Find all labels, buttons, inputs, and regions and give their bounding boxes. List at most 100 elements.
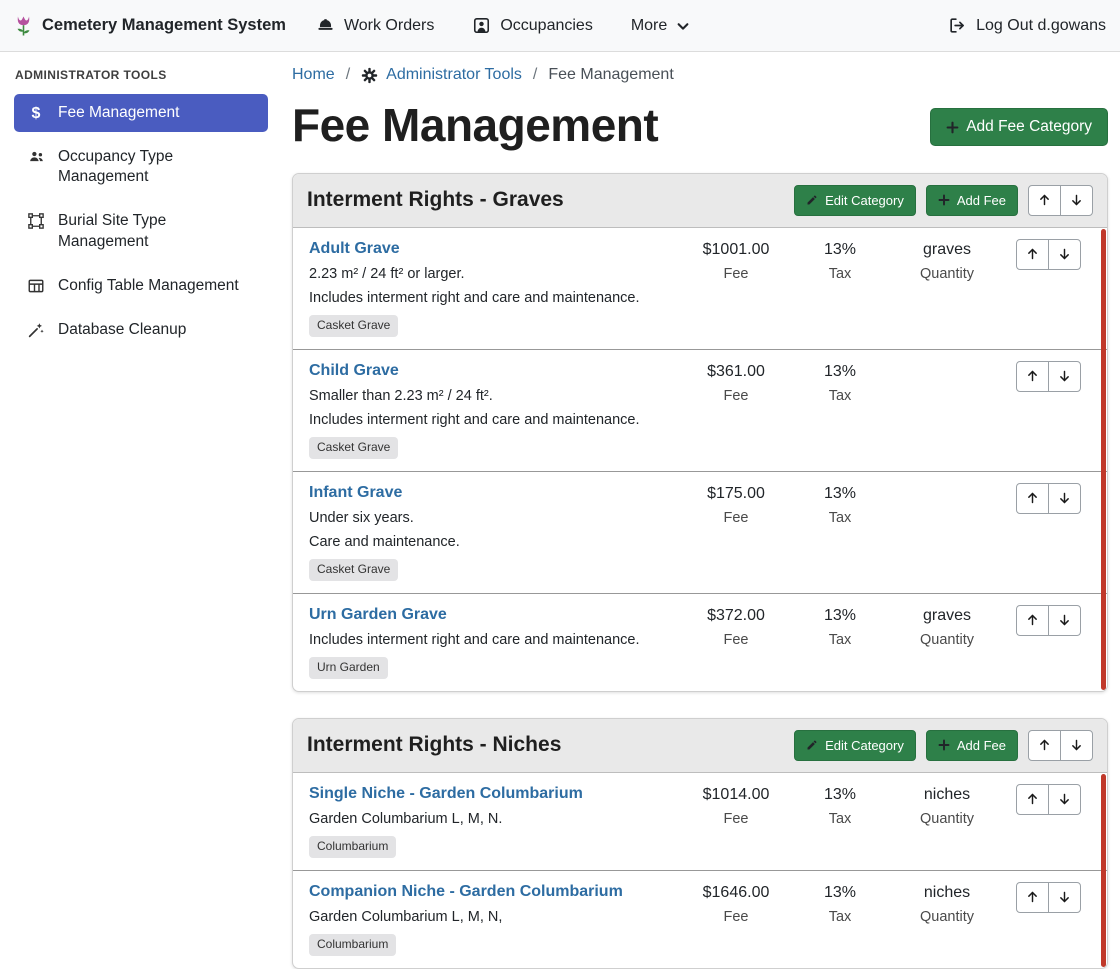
add-fee-category-button[interactable]: Add Fee Category <box>930 108 1108 146</box>
move-fee-down-button[interactable] <box>1048 361 1081 392</box>
red-scrollbar[interactable] <box>1101 774 1106 967</box>
page-header: Fee Management Add Fee Category <box>292 100 1108 151</box>
tax-column: 13% Tax <box>792 239 888 282</box>
category-header: Interment Rights - Niches Edit Category … <box>293 719 1107 773</box>
nav-item-occupancies[interactable]: Occupancies <box>472 16 593 35</box>
logout-label: Log Out d.gowans <box>976 17 1106 35</box>
breadcrumb-admin-tools-link[interactable]: Administrator Tools <box>361 66 522 84</box>
move-fee-down-button[interactable] <box>1048 882 1081 913</box>
move-category-down-button[interactable] <box>1060 730 1093 761</box>
fee-description: Garden Columbarium L, M, N. <box>309 810 670 828</box>
fee-info: Adult Grave 2.23 m² / 24 ft² or larger. … <box>309 239 680 337</box>
fee-info: Child Grave Smaller than 2.23 m² / 24 ft… <box>309 361 680 459</box>
fee-row: Child Grave Smaller than 2.23 m² / 24 ft… <box>293 349 1107 471</box>
breadcrumb: Home / Administrator Tool <box>292 66 1108 84</box>
fee-description: Smaller than 2.23 m² / 24 ft². <box>309 387 670 405</box>
breadcrumb-home-link[interactable]: Home <box>292 66 335 84</box>
move-fee-up-button[interactable] <box>1016 483 1049 514</box>
app-brand[interactable]: Cemetery Management System <box>14 14 286 38</box>
tax-column: 13% Tax <box>792 605 888 648</box>
edit-category-button[interactable]: Edit Category <box>794 185 916 216</box>
category-title: Interment Rights - Niches <box>307 733 794 757</box>
sidebar-item-config-table-management[interactable]: Config Table Management <box>14 267 268 305</box>
breadcrumb-home-label: Home <box>292 66 335 84</box>
fee-amount-column: $1646.00 Fee <box>680 882 792 925</box>
fee-description: Includes interment right and care and ma… <box>309 631 670 649</box>
move-fee-down-button[interactable] <box>1048 239 1081 270</box>
move-fee-up-button[interactable] <box>1016 239 1049 270</box>
fee-label: Fee <box>680 388 792 404</box>
tax-label: Tax <box>792 811 888 827</box>
edit-category-button[interactable]: Edit Category <box>794 730 916 761</box>
hard-hat-icon <box>316 16 335 35</box>
sidebar: ADMINISTRATOR TOOLS $ Fee Management Occ… <box>0 52 280 939</box>
fee-move-buttons <box>1016 239 1081 270</box>
badge-row: Columbarium <box>309 836 670 858</box>
sidebar-item-database-cleanup[interactable]: Database Cleanup <box>14 311 268 349</box>
move-fee-up-button[interactable] <box>1016 784 1049 815</box>
fee-info: Urn Garden Grave Includes interment righ… <box>309 605 680 679</box>
fee-description: Under six years. <box>309 509 670 527</box>
tax-column: 13% Tax <box>792 784 888 827</box>
plus-icon <box>938 739 950 751</box>
fee-amount-column: $1014.00 Fee <box>680 784 792 827</box>
sidebar-item-label: Database Cleanup <box>58 320 186 340</box>
fee-amount: $1646.00 <box>680 883 792 903</box>
red-scrollbar[interactable] <box>1101 229 1106 690</box>
move-category-down-button[interactable] <box>1060 185 1093 216</box>
table-icon <box>26 277 46 295</box>
fee-name-link[interactable]: Child Grave <box>309 361 399 381</box>
sidebar-heading: ADMINISTRATOR TOOLS <box>15 68 268 82</box>
page-title: Fee Management <box>292 100 658 151</box>
tax-column: 13% Tax <box>792 361 888 404</box>
move-fee-down-button[interactable] <box>1048 605 1081 636</box>
add-fee-button[interactable]: Add Fee <box>926 730 1018 761</box>
move-fee-up-button[interactable] <box>1016 882 1049 913</box>
move-fee-up-button[interactable] <box>1016 361 1049 392</box>
move-fee-down-button[interactable] <box>1048 483 1081 514</box>
fee-info: Single Niche - Garden Columbarium Garden… <box>309 784 680 858</box>
fee-type-badge: Columbarium <box>309 836 396 858</box>
add-fee-button[interactable]: Add Fee <box>926 185 1018 216</box>
fee-amount-column: $1001.00 Fee <box>680 239 792 282</box>
page-layout: ADMINISTRATOR TOOLS $ Fee Management Occ… <box>0 52 1120 939</box>
tax-value: 13% <box>792 362 888 382</box>
tax-label: Tax <box>792 388 888 404</box>
move-category-up-button[interactable] <box>1028 185 1061 216</box>
fee-name-link[interactable]: Single Niche - Garden Columbarium <box>309 784 583 804</box>
nav-item-label: Occupancies <box>500 17 593 35</box>
fee-category-card: Interment Rights - Graves Edit Category … <box>292 173 1108 692</box>
tax-value: 13% <box>792 883 888 903</box>
fee-info: Companion Niche - Garden Columbarium Gar… <box>309 882 680 956</box>
sidebar-item-fee-management[interactable]: $ Fee Management <box>14 94 268 132</box>
breadcrumb-separator: / <box>346 66 350 84</box>
badge-row: Casket Grave <box>309 437 670 459</box>
fee-type-badge: Casket Grave <box>309 437 398 459</box>
fee-name-link[interactable]: Infant Grave <box>309 483 402 503</box>
fee-category-card: Interment Rights - Niches Edit Category … <box>292 718 1108 969</box>
fee-move-buttons <box>1016 882 1081 913</box>
quantity-label: Quantity <box>888 632 1006 648</box>
fee-name-link[interactable]: Adult Grave <box>309 239 400 259</box>
vector-square-icon <box>26 212 46 230</box>
nav-item-work-orders[interactable]: Work Orders <box>316 16 434 35</box>
pencil-icon <box>806 739 818 751</box>
fee-row: Single Niche - Garden Columbarium Garden… <box>293 773 1107 870</box>
dollar-icon: $ <box>26 104 46 123</box>
tax-value: 13% <box>792 484 888 504</box>
tax-label: Tax <box>792 909 888 925</box>
nav-item-more[interactable]: More <box>631 17 690 35</box>
logout-button[interactable]: Log Out d.gowans <box>948 16 1106 35</box>
sidebar-item-burial-site-type-management[interactable]: Burial Site Type Management <box>14 202 268 260</box>
fee-label: Fee <box>680 266 792 282</box>
fee-name-link[interactable]: Urn Garden Grave <box>309 605 447 625</box>
quantity-label: Quantity <box>888 909 1006 925</box>
quantity-value: niches <box>888 785 1006 805</box>
move-fee-down-button[interactable] <box>1048 784 1081 815</box>
fee-move-buttons <box>1016 361 1081 392</box>
move-fee-up-button[interactable] <box>1016 605 1049 636</box>
sidebar-item-occupancy-type-management[interactable]: Occupancy Type Management <box>14 138 268 196</box>
quantity-column: niches Quantity <box>888 784 1006 827</box>
fee-name-link[interactable]: Companion Niche - Garden Columbarium <box>309 882 623 902</box>
move-category-up-button[interactable] <box>1028 730 1061 761</box>
